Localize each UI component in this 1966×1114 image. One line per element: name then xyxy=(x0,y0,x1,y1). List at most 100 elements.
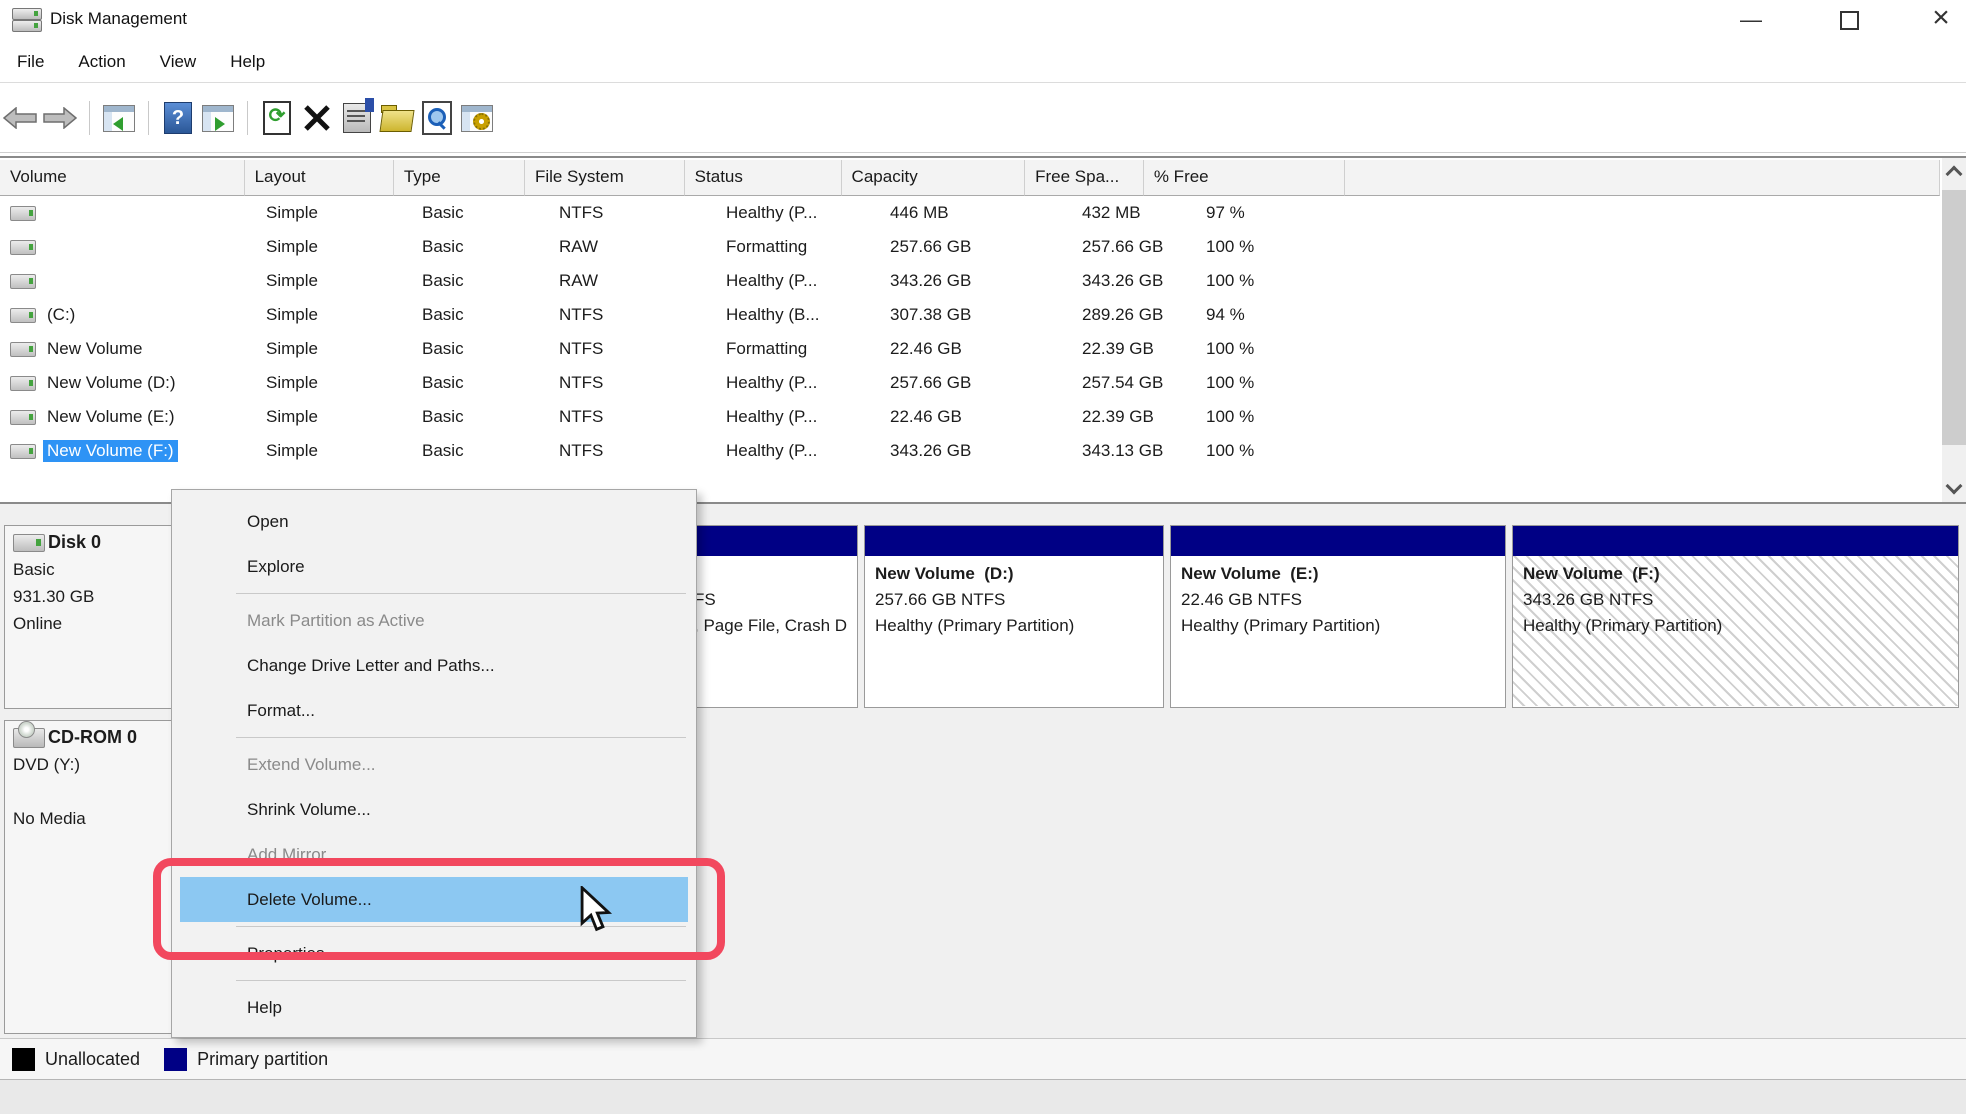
menu-item-format[interactable]: Format... xyxy=(172,688,696,733)
help-icon[interactable]: ? xyxy=(158,98,198,138)
open-folder-icon[interactable] xyxy=(377,98,417,138)
volume-icon xyxy=(10,342,36,357)
cell-c6: 257.66 GB xyxy=(1072,237,1196,257)
menubar-item-file[interactable]: File xyxy=(0,44,61,72)
cell-c7: 100 % xyxy=(1196,441,1406,461)
column-header-Status[interactable]: Status xyxy=(685,160,842,196)
cell-c3: RAW xyxy=(549,237,716,257)
disk-icon xyxy=(13,534,45,552)
back-icon[interactable] xyxy=(0,98,40,138)
title-bar: Disk Management — × xyxy=(0,0,1966,40)
partition-d[interactable]: New Volume (D:)257.66 GB NTFSHealthy (Pr… xyxy=(864,525,1164,708)
cell-c6: 432 MB xyxy=(1072,203,1196,223)
volume-cell: New Volume (F:) xyxy=(0,440,256,462)
column-header-Layout[interactable]: Layout xyxy=(245,160,394,196)
table-row[interactable]: SimpleBasicNTFSHealthy (P...446 MB432 MB… xyxy=(0,196,1940,230)
show-console-tree-icon[interactable] xyxy=(99,98,139,138)
column-header-Free Spa...[interactable]: Free Spa... xyxy=(1025,160,1144,196)
table-row[interactable]: SimpleBasicRAWFormatting257.66 GB257.66 … xyxy=(0,230,1940,264)
toolbar-separator xyxy=(89,101,90,135)
cell-c7: 97 % xyxy=(1196,203,1406,223)
table-row[interactable]: New Volume (D:)SimpleBasicNTFSHealthy (P… xyxy=(0,366,1940,400)
cell-c2: Basic xyxy=(412,305,549,325)
cell-c1: Simple xyxy=(256,407,412,427)
cell-c4: Formatting xyxy=(716,339,880,359)
partition-health: Healthy (Primary Partition) xyxy=(1181,616,1497,636)
menu-item-shrink-volume[interactable]: Shrink Volume... xyxy=(172,787,696,832)
column-header-blank[interactable] xyxy=(1345,160,1940,196)
spacer xyxy=(13,782,163,802)
partition-health: Healthy (Primary Partition) xyxy=(875,616,1155,636)
column-header-Capacity[interactable]: Capacity xyxy=(842,160,1026,196)
menubar-item-action[interactable]: Action xyxy=(61,44,142,72)
show-action-pane-icon[interactable] xyxy=(198,98,238,138)
menubar-item-help[interactable]: Help xyxy=(213,44,282,72)
help-topics-icon[interactable] xyxy=(457,98,497,138)
menubar-item-view[interactable]: View xyxy=(143,44,214,72)
menu-item-explore[interactable]: Explore xyxy=(172,544,696,589)
cdrom0-panel[interactable]: CD-ROM 0 DVD (Y:) No Media xyxy=(4,720,172,1034)
table-row[interactable]: New Volume (E:)SimpleBasicNTFSHealthy (P… xyxy=(0,400,1940,434)
cell-c1: Simple xyxy=(256,203,412,223)
cell-c5: 22.46 GB xyxy=(880,407,1072,427)
column-header-% Free[interactable]: % Free xyxy=(1144,160,1345,196)
table-row[interactable]: New VolumeSimpleBasicNTFSFormatting22.46… xyxy=(0,332,1940,366)
scroll-down-icon[interactable] xyxy=(1942,474,1966,502)
menu-item-help[interactable]: Help xyxy=(172,985,696,1030)
table-row[interactable]: SimpleBasicRAWHealthy (P...343.26 GB343.… xyxy=(0,264,1940,298)
partition-e[interactable]: New Volume (E:)22.46 GB NTFSHealthy (Pri… xyxy=(1170,525,1506,708)
minimize-button[interactable]: — xyxy=(1722,0,1780,40)
table-row[interactable]: New Volume (F:)SimpleBasicNTFSHealthy (P… xyxy=(0,434,1940,468)
cell-c5: 257.66 GB xyxy=(880,237,1072,257)
cell-c3: NTFS xyxy=(549,305,716,325)
vertical-scrollbar[interactable] xyxy=(1942,158,1966,502)
volume-list-header: VolumeLayoutTypeFile SystemStatusCapacit… xyxy=(0,160,1940,196)
cell-c4: Healthy (P... xyxy=(716,373,880,393)
column-header-File System[interactable]: File System xyxy=(525,160,685,196)
disk0-panel[interactable]: Disk 0 Basic 931.30 GB Online xyxy=(4,525,172,709)
toolbar: ? ⟳ xyxy=(0,84,1966,153)
partition-header-bar xyxy=(1513,526,1958,556)
find-icon[interactable] xyxy=(417,98,457,138)
partition-body: New Volume (E:)22.46 GB NTFSHealthy (Pri… xyxy=(1171,556,1505,706)
close-button[interactable]: × xyxy=(1912,0,1966,40)
volume-label: New Volume (D:) xyxy=(43,372,179,394)
column-header-Volume[interactable]: Volume xyxy=(0,160,245,196)
delete-icon[interactable] xyxy=(297,98,337,138)
partition-c-partial[interactable]: FS, Page File, Crash D xyxy=(684,525,858,708)
cell-c1: Simple xyxy=(256,441,412,461)
scroll-up-icon[interactable] xyxy=(1942,158,1966,186)
partition-f[interactable]: New Volume (F:)343.26 GB NTFSHealthy (Pr… xyxy=(1512,525,1959,708)
properties-icon[interactable] xyxy=(337,98,377,138)
menu-item-change-drive-letter-and-paths[interactable]: Change Drive Letter and Paths... xyxy=(172,643,696,688)
partition-body: New Volume (F:)343.26 GB NTFSHealthy (Pr… xyxy=(1513,556,1958,706)
cell-c2: Basic xyxy=(412,441,549,461)
column-header-Type[interactable]: Type xyxy=(394,160,525,196)
cell-c2: Basic xyxy=(412,339,549,359)
cell-c2: Basic xyxy=(412,407,549,427)
refresh-icon[interactable]: ⟳ xyxy=(257,98,297,138)
table-row[interactable]: (C:)SimpleBasicNTFSHealthy (B...307.38 G… xyxy=(0,298,1940,332)
partition-header-bar xyxy=(684,526,857,556)
menu-item-open[interactable]: Open xyxy=(172,499,696,544)
cdrom-icon xyxy=(13,728,45,748)
volume-icon xyxy=(10,240,36,255)
cell-c7: 100 % xyxy=(1196,339,1406,359)
cell-c2: Basic xyxy=(412,373,549,393)
volume-label xyxy=(43,212,51,214)
volume-cell: (C:) xyxy=(0,304,256,326)
partition-size: 22.46 GB NTFS xyxy=(1181,590,1497,610)
volume-icon xyxy=(10,376,36,391)
scrollbar-thumb[interactable] xyxy=(1942,190,1966,445)
maximize-button[interactable] xyxy=(1820,0,1878,40)
menu-item-properties[interactable]: Properties xyxy=(172,931,696,976)
cell-c2: Basic xyxy=(412,237,549,257)
partition-body: FS, Page File, Crash D xyxy=(684,556,857,706)
volume-icon xyxy=(10,274,36,289)
volume-icon xyxy=(10,206,36,221)
menu-item-delete-volume[interactable]: Delete Volume... xyxy=(180,877,688,922)
volume-cell: New Volume (D:) xyxy=(0,372,256,394)
volume-list: VolumeLayoutTypeFile SystemStatusCapacit… xyxy=(0,156,1966,504)
forward-icon[interactable] xyxy=(40,98,80,138)
partition-body: New Volume (D:)257.66 GB NTFSHealthy (Pr… xyxy=(865,556,1163,706)
